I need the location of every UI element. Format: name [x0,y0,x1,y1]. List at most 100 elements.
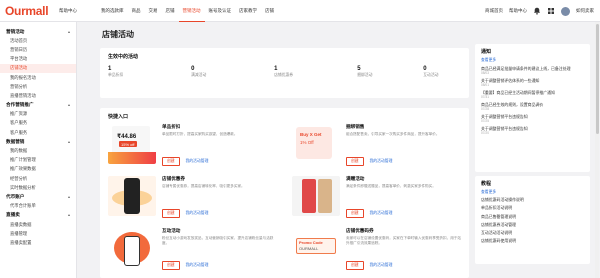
ourmall-logo[interactable]: Ourmall [5,4,55,18]
sidebar-group-live-sales[interactable]: 直播卖 ▴ [0,211,76,220]
tile-title: 店铺优惠码券 [346,228,374,233]
avatar[interactable] [561,6,570,16]
stat-interactive[interactable]: 0 互动活动 [423,66,461,78]
user-name[interactable]: 如何卖家 [576,8,594,14]
tutorial-more-link[interactable]: 查看更多 [481,190,584,195]
sidebar-item-customer-service[interactable]: 客户服务 [0,119,76,128]
sidebar-item-live-data[interactable]: 直播卖数据 [0,220,76,229]
tile-title: 互动活动 [162,228,181,233]
tutorial-item[interactable]: 单品折扣活动说明 [481,205,584,211]
notice-item[interactable]: 关于调整营销评估体系的一些通知 08/01 [481,78,584,87]
notice-item[interactable]: 商品已经生效的规则，设置商品调价 07/28 [481,102,584,111]
sidebar-group-token-account[interactable]: 代币账户 ▴ [0,192,76,201]
my-activities-link[interactable]: 我的活动管理 [186,211,209,216]
create-button[interactable]: 创建 [346,157,364,166]
stat-full-reduction[interactable]: 0 满减活动 [191,66,274,78]
tutorial-item[interactable]: 店铺优惠码使用说明 [481,238,584,244]
sidebar-item-marketing-calendar[interactable]: 营销日历 [0,45,76,54]
notice-item[interactable]: 关于调整营销平台违规告知 07/25 [481,114,584,123]
create-button[interactable]: 创建 [162,157,180,166]
sidebar-item-promo-resources[interactable]: 推广资源 [0,110,76,119]
top-bar: Ourmall 帮助中心 我的选款库 商品 交易 店铺 营销活动 账号及认证 店… [0,0,600,22]
my-activities-link[interactable]: 我的活动管理 [370,159,393,164]
sidebar-item-business-analysis[interactable]: 经营分析 [0,174,76,183]
tutorial-item[interactable]: 店铺优惠券活动管理 [481,222,584,228]
sidebar-item-live-config[interactable]: 直播卖配置 [0,238,76,247]
right-column: 通知 查看更多 商品已经满足批量申请条件的建议上线，已备注处理 08/03 关于调… [475,44,590,264]
create-button[interactable]: 创建 [346,209,364,218]
my-activities-link[interactable]: 我的活动管理 [370,263,393,268]
create-button[interactable]: 创建 [162,261,180,270]
tile-description: 组合搭配售卖，引导买家一次购买多件商品，提升客单价。 [346,132,440,136]
my-activities-link[interactable]: 我的活动管理 [186,263,209,268]
page-scrollbar[interactable] [595,22,599,278]
tutorial-item[interactable]: 互动活动活动说明 [481,230,584,236]
help-link[interactable]: 帮助中心 [509,8,527,14]
page-title: 店铺活动 [102,30,134,39]
tile-description: 店铺专属优惠券，提高店铺转化率，吸引更多买家。 [162,184,245,188]
nav-item-account[interactable]: 账号及认证 [205,0,236,22]
active-activities-card: 生效中的活动 1 单品折扣 0 满减活动 1 店铺优惠券 5 捆绑活动 0 互动活动 [100,48,469,98]
nav-item-tutorials[interactable]: 店家教学 [235,0,261,22]
grid-icon[interactable] [547,7,555,15]
sidebar-item-customer-service-2[interactable]: 客户服务 [0,128,76,137]
sidebar-item-platform-activities[interactable]: 平台活动 [0,55,76,64]
tile-store-coupon: 店铺优惠券 店铺专属优惠券，提高店铺转化率，吸引更多买家。 创建 我的活动管理 [108,176,280,220]
tile-description: 粉丝互动小游戏发放奖品，互动营销吸引买家，提升店铺粉丝量与活跃度。 [162,236,274,245]
nav-item-store[interactable]: 店铺 [162,0,179,22]
tile-title: 捆绑销售 [346,124,365,129]
tutorial-item[interactable]: 商品已售罄管理说明 [481,214,584,220]
sidebar-item-live-marketing[interactable]: 直播营销活动 [0,91,76,100]
tile-single-discount: ₹44.86 15% off 单品折扣 单品限时打折，提高买家购买欲望，创造爆款… [108,124,280,168]
sidebar-item-my-registrations[interactable]: 我的报名活动 [0,73,76,82]
top-right-actions: 商城首页 帮助中心 如何卖家 [485,0,594,22]
sidebar-group-data-marketing[interactable]: 数据营销 ▴ [0,137,76,146]
sidebar-item-marketing-analysis[interactable]: 营销分析 [0,82,76,91]
bell-icon[interactable] [533,7,541,15]
quick-entry-heading: 快捷入口 [108,114,129,120]
my-activities-link[interactable]: 我的活动管理 [370,211,393,216]
tile-description: 卖家可以在店铺设置优惠码，买家在下单时输入优惠码享受折扣，用于站外推广引流效果追… [346,236,461,245]
store-coupon-image [108,176,156,216]
sidebar-item-token-bill[interactable]: 代币合计账单 [0,202,76,211]
promo-code-image: Promo Code OURMALL [292,228,340,268]
notice-more-link[interactable]: 查看更多 [481,58,584,63]
stats-row: 1 单品折扣 0 满减活动 1 店铺优惠券 5 捆绑活动 0 互动活动 [108,66,461,78]
sidebar-item-my-data[interactable]: 我的数据 [0,146,76,155]
notice-item[interactable]: 商品已经满足批量申请条件的建议上线，已备注处理 08/03 [481,66,584,75]
create-button[interactable]: 创建 [162,209,180,218]
sidebar-item-store-activities[interactable]: 店铺活动 [0,63,76,73]
sidebar-item-activity-home[interactable]: 活动首页 [0,36,76,45]
nav-item-shop[interactable]: 店铺 [261,0,278,22]
notice-item[interactable]: 【重要】商品已经主活动期间暂停推广通知 07/31 [481,90,584,99]
tile-title: 单品折扣 [162,124,181,129]
nav-item-orders[interactable]: 交易 [145,0,162,22]
nav-item-products[interactable]: 商品 [128,0,145,22]
notice-item[interactable]: 关于调整营销平台违规告知 07/20 [481,126,584,135]
tutorial-item[interactable]: 店铺优惠码活动操作说明 [481,197,584,203]
sidebar-item-promo-plan[interactable]: 推广计划管理 [0,156,76,165]
tile-interactive: 互动活动 粉丝互动小游戏发放奖品，互动营销吸引买家，提升店铺粉丝量与活跃度。 创… [108,228,280,272]
sidebar-item-live-manage[interactable]: 直播管理 [0,229,76,238]
help-center-link[interactable]: 帮助中心 [59,8,77,14]
main-content: 店铺活动 生效中的活动 1 单品折扣 0 满减活动 1 店铺优惠券 5 捆绑活动 0 互动… [96,22,469,278]
top-nav: 我的选款库 商品 交易 店铺 营销活动 账号及认证 店家教学 店铺 [97,0,278,22]
stat-store-coupon[interactable]: 1 店铺优惠券 [274,66,357,78]
nav-item-marketing[interactable]: 营销活动 [178,0,205,22]
stat-bundle[interactable]: 5 捆绑活动 [357,66,423,78]
create-button[interactable]: 创建 [346,261,364,270]
sidebar-group-marketing[interactable]: 营销活动 ▴ [0,27,76,36]
sidebar-item-promo-effect[interactable]: 推广效果数据 [0,165,76,174]
interactive-image [108,228,156,268]
scrollbar-thumb[interactable] [595,24,599,134]
gift-image [292,176,340,216]
mall-home-link[interactable]: 商城首页 [485,8,503,14]
sidebar-group-cooperation[interactable]: 合作营销推广 ▴ [0,101,76,110]
stat-single-discount[interactable]: 1 单品折扣 [108,66,191,78]
notice-heading: 通知 [481,49,492,55]
single-discount-image: ₹44.86 15% off [108,124,156,164]
sidebar-item-realtime-data[interactable]: 实时数据分析 [0,183,76,192]
my-activities-link[interactable]: 我的活动管理 [186,159,209,164]
tile-promo-code: Promo Code OURMALL 店铺优惠码券 卖家可以在店铺设置优惠码，买家… [292,228,464,272]
nav-item-selection-library[interactable]: 我的选款库 [97,0,128,22]
